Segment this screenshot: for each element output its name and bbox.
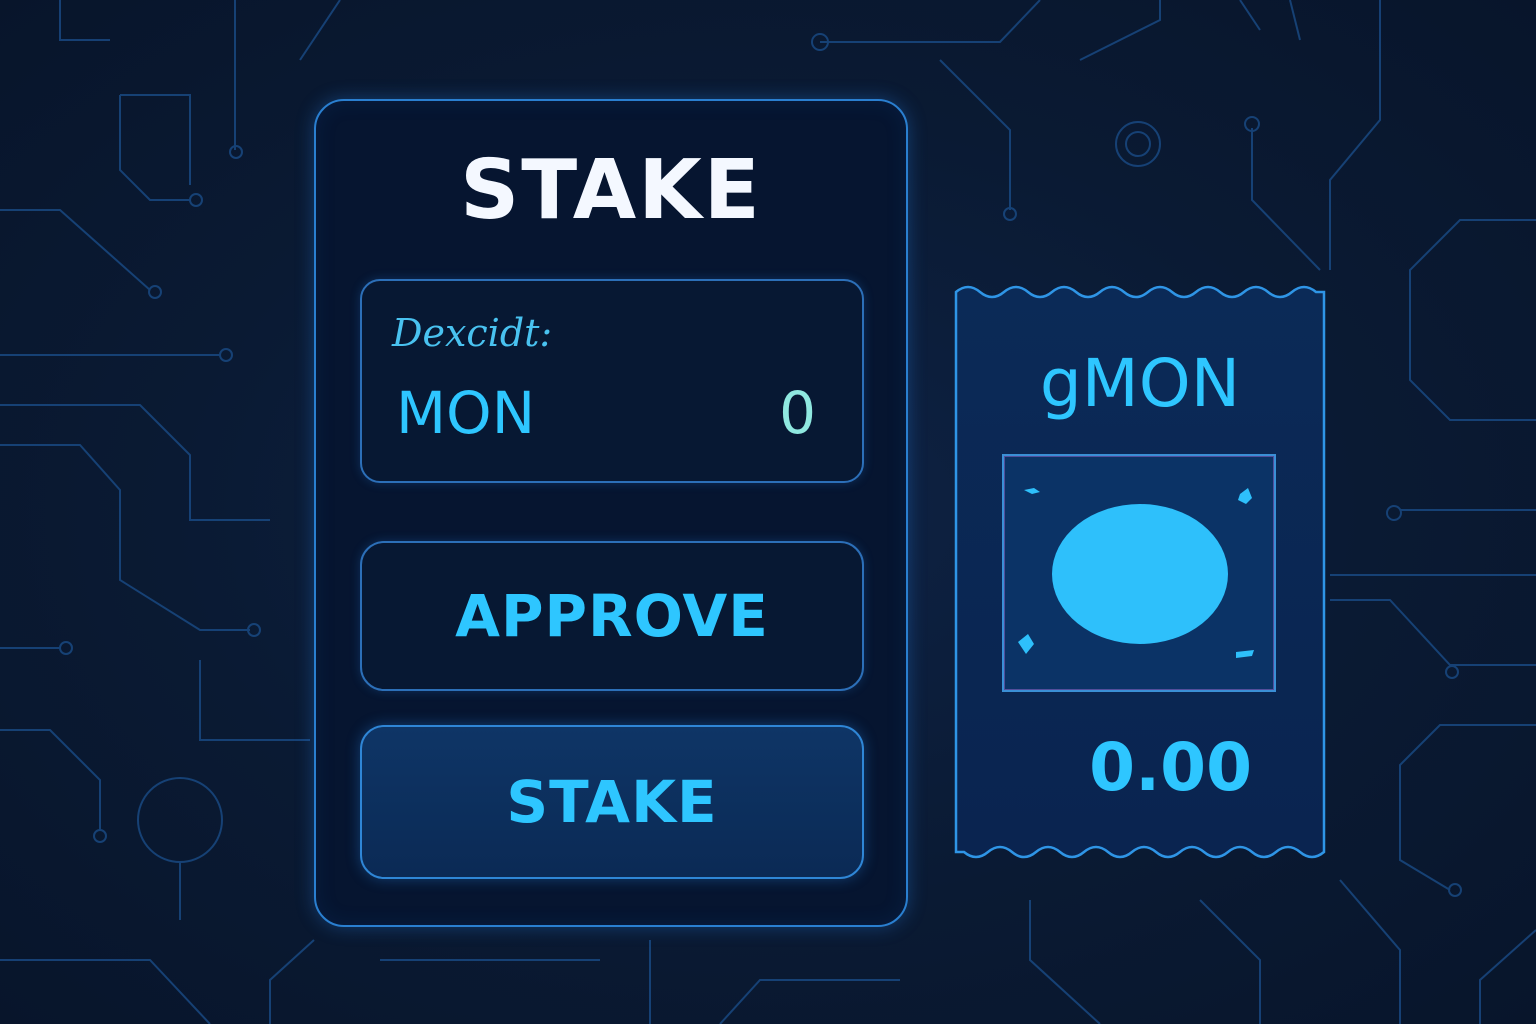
receipt-token-title: gMON [1039,345,1241,422]
receipt-amount: 0.00 [1089,729,1252,806]
deposit-token-label: MON [396,379,536,447]
token-image [1002,454,1276,692]
approve-button[interactable]: APPROVE [360,541,864,691]
deposit-field[interactable]: Dexcidt: MON 0 [360,279,864,483]
stake-panel: STAKE Dexcidt: MON 0 APPROVE STAKE [314,99,908,927]
stake-button[interactable]: STAKE [360,725,864,879]
coin-icon [1018,488,1254,658]
deposit-label: Dexcidt: [392,311,553,355]
deposit-amount-input[interactable]: 0 [696,381,816,445]
receipt-card: gMON 0.00 [952,284,1328,862]
stake-panel-title: STAKE [460,143,762,238]
app-stage: STAKE Dexcidt: MON 0 APPROVE STAKE gMON [0,0,1536,1024]
